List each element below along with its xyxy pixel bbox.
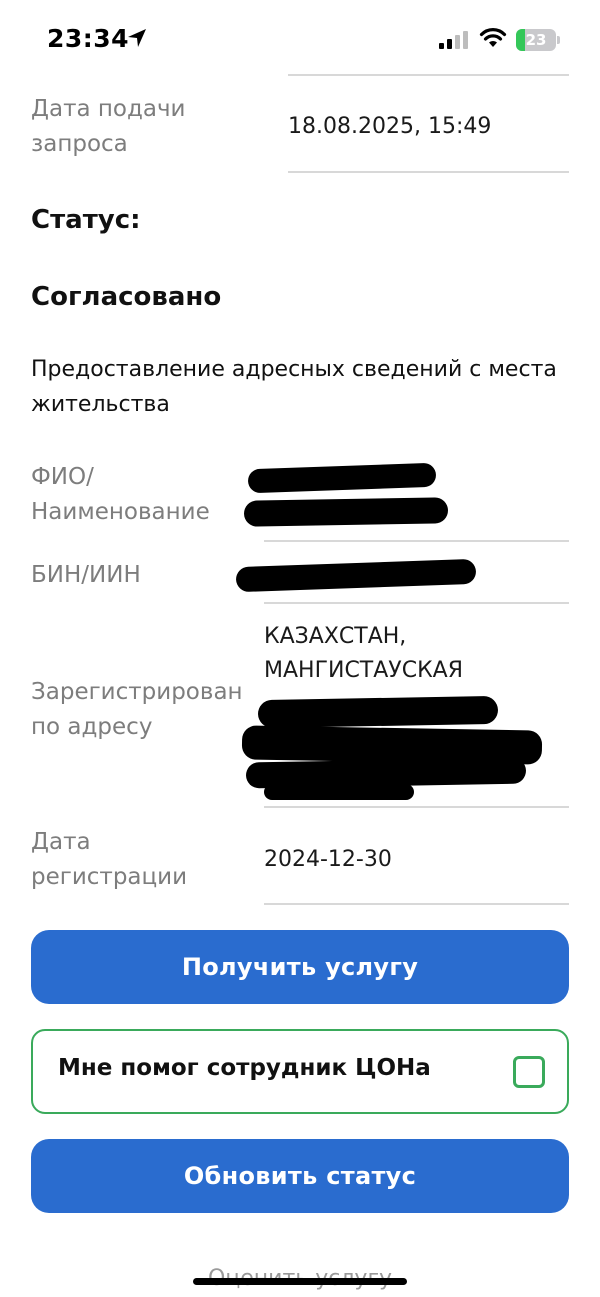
status-bar: 23:34 23 xyxy=(0,0,600,80)
registration-date-value: 2024-12-30 xyxy=(264,847,392,872)
registration-date-label: Дата регистрации xyxy=(31,829,188,890)
request-date-label: Дата подачи запроса xyxy=(31,96,186,157)
battery-indicator: 23 xyxy=(516,29,560,51)
home-indicator xyxy=(193,1278,407,1285)
wifi-icon xyxy=(479,28,507,47)
address-value: КАЗАХСТАН, МАНГИСТАУСКАЯ xyxy=(264,624,464,683)
battery-percent: 23 xyxy=(525,31,547,49)
staff-helped-label: Мне помог сотрудник ЦОНа xyxy=(58,1055,431,1081)
address-label: Зарегистрирован по адресу xyxy=(31,679,243,740)
staff-helped-checkbox-row[interactable]: Мне помог сотрудник ЦОНа xyxy=(31,1029,569,1114)
checkbox-icon[interactable] xyxy=(513,1056,545,1088)
redacted-address xyxy=(264,784,414,800)
fio-label: ФИО/ Наименование xyxy=(31,464,210,525)
divider xyxy=(264,602,569,604)
divider xyxy=(288,171,569,173)
redacted-fio xyxy=(243,497,449,527)
location-arrow-icon xyxy=(128,29,146,47)
service-description: Предоставление адресных сведений с места… xyxy=(31,357,557,417)
redacted-fio xyxy=(247,462,437,494)
redacted-address xyxy=(257,695,499,729)
status-value: Согласовано xyxy=(31,282,222,312)
status-heading: Статус: xyxy=(31,205,141,235)
divider xyxy=(264,903,569,905)
divider xyxy=(288,74,569,76)
bin-label: БИН/ИИН xyxy=(31,562,141,588)
status-time: 23:34 xyxy=(47,24,130,53)
refresh-status-button[interactable]: Обновить статус xyxy=(31,1139,569,1213)
cellular-signal-icon xyxy=(439,31,468,49)
get-service-button[interactable]: Получить услугу xyxy=(31,930,569,1004)
redacted-bin xyxy=(235,558,477,593)
divider xyxy=(264,806,569,808)
request-date-value: 18.08.2025, 15:49 xyxy=(288,114,492,139)
divider xyxy=(264,540,569,542)
